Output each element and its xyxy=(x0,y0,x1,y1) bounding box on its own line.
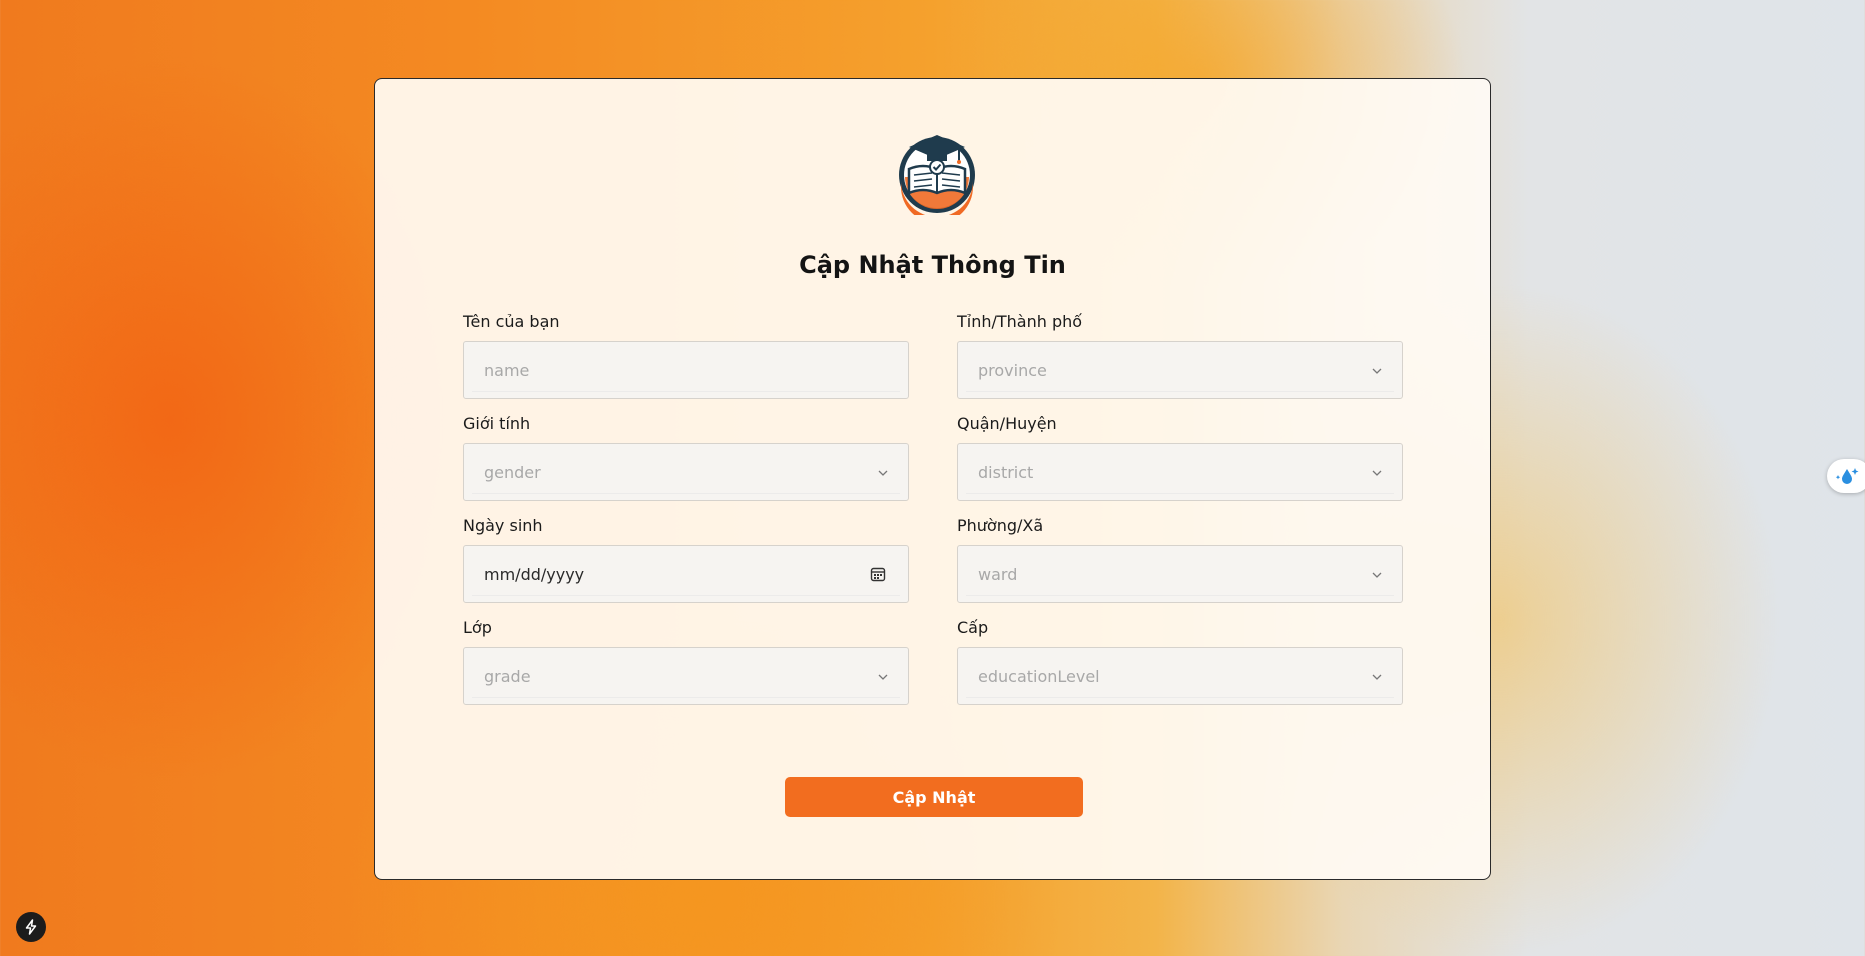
province-field-group: Tỉnh/Thành phố province xyxy=(957,311,1403,399)
gender-select[interactable]: gender xyxy=(463,443,909,501)
name-input[interactable] xyxy=(464,342,908,398)
district-select[interactable]: district xyxy=(957,443,1403,501)
grade-select[interactable]: grade xyxy=(463,647,909,705)
ward-field-label: Phường/Xã xyxy=(957,516,1044,535)
update-button[interactable]: Cập Nhật xyxy=(785,777,1083,817)
birthday-date-input[interactable]: mm/dd/yyyy xyxy=(463,545,909,603)
education-level-select-placeholder: educationLevel xyxy=(978,667,1100,686)
side-widget-tab[interactable] xyxy=(1827,459,1865,493)
gender-field-group: Giới tính gender xyxy=(463,413,909,501)
ward-field-group: Phường/Xã ward xyxy=(957,515,1403,603)
birthday-date-format: mm/dd/yyyy xyxy=(484,565,585,584)
ward-select-placeholder: ward xyxy=(978,565,1018,584)
chevron-down-icon xyxy=(878,470,888,476)
water-drop-sparkle-icon xyxy=(1835,468,1859,484)
gender-field-label: Giới tính xyxy=(463,414,531,433)
district-field-group: Quận/Huyện district xyxy=(957,413,1403,501)
chevron-down-icon xyxy=(1372,368,1382,374)
chevron-down-icon xyxy=(1372,470,1382,476)
chevron-down-icon xyxy=(878,674,888,680)
name-field-group: Tên của bạn xyxy=(463,311,909,399)
district-field-label: Quận/Huyện xyxy=(957,414,1057,433)
gender-select-placeholder: gender xyxy=(484,463,541,482)
grade-field-label: Lớp xyxy=(463,618,492,637)
education-level-field-group: Cấp educationLevel xyxy=(957,617,1403,705)
graduation-book-logo xyxy=(899,135,975,215)
chevron-down-icon xyxy=(1372,572,1382,578)
education-level-select[interactable]: educationLevel xyxy=(957,647,1403,705)
birthday-field-label: Ngày sinh xyxy=(463,516,543,535)
update-info-card: Cập Nhật Thông Tin Tên của bạn Giới tính… xyxy=(374,78,1491,880)
name-field-label: Tên của bạn xyxy=(463,312,560,331)
birthday-field-group: Ngày sinh mm/dd/yyyy xyxy=(463,515,909,603)
lightning-bolt-button[interactable] xyxy=(16,912,46,942)
page-title: Cập Nhật Thông Tin xyxy=(799,251,1066,279)
province-select[interactable]: province xyxy=(957,341,1403,399)
grade-select-placeholder: grade xyxy=(484,667,531,686)
province-field-label: Tỉnh/Thành phố xyxy=(957,312,1083,331)
province-select-placeholder: province xyxy=(978,361,1047,380)
chevron-down-icon xyxy=(1372,674,1382,680)
ward-select[interactable]: ward xyxy=(957,545,1403,603)
district-select-placeholder: district xyxy=(978,463,1034,482)
education-level-field-label: Cấp xyxy=(957,618,989,637)
grade-field-group: Lớp grade xyxy=(463,617,909,705)
lightning-bolt-icon xyxy=(25,919,37,935)
name-field-box xyxy=(463,341,909,399)
calendar-icon[interactable] xyxy=(870,566,886,582)
